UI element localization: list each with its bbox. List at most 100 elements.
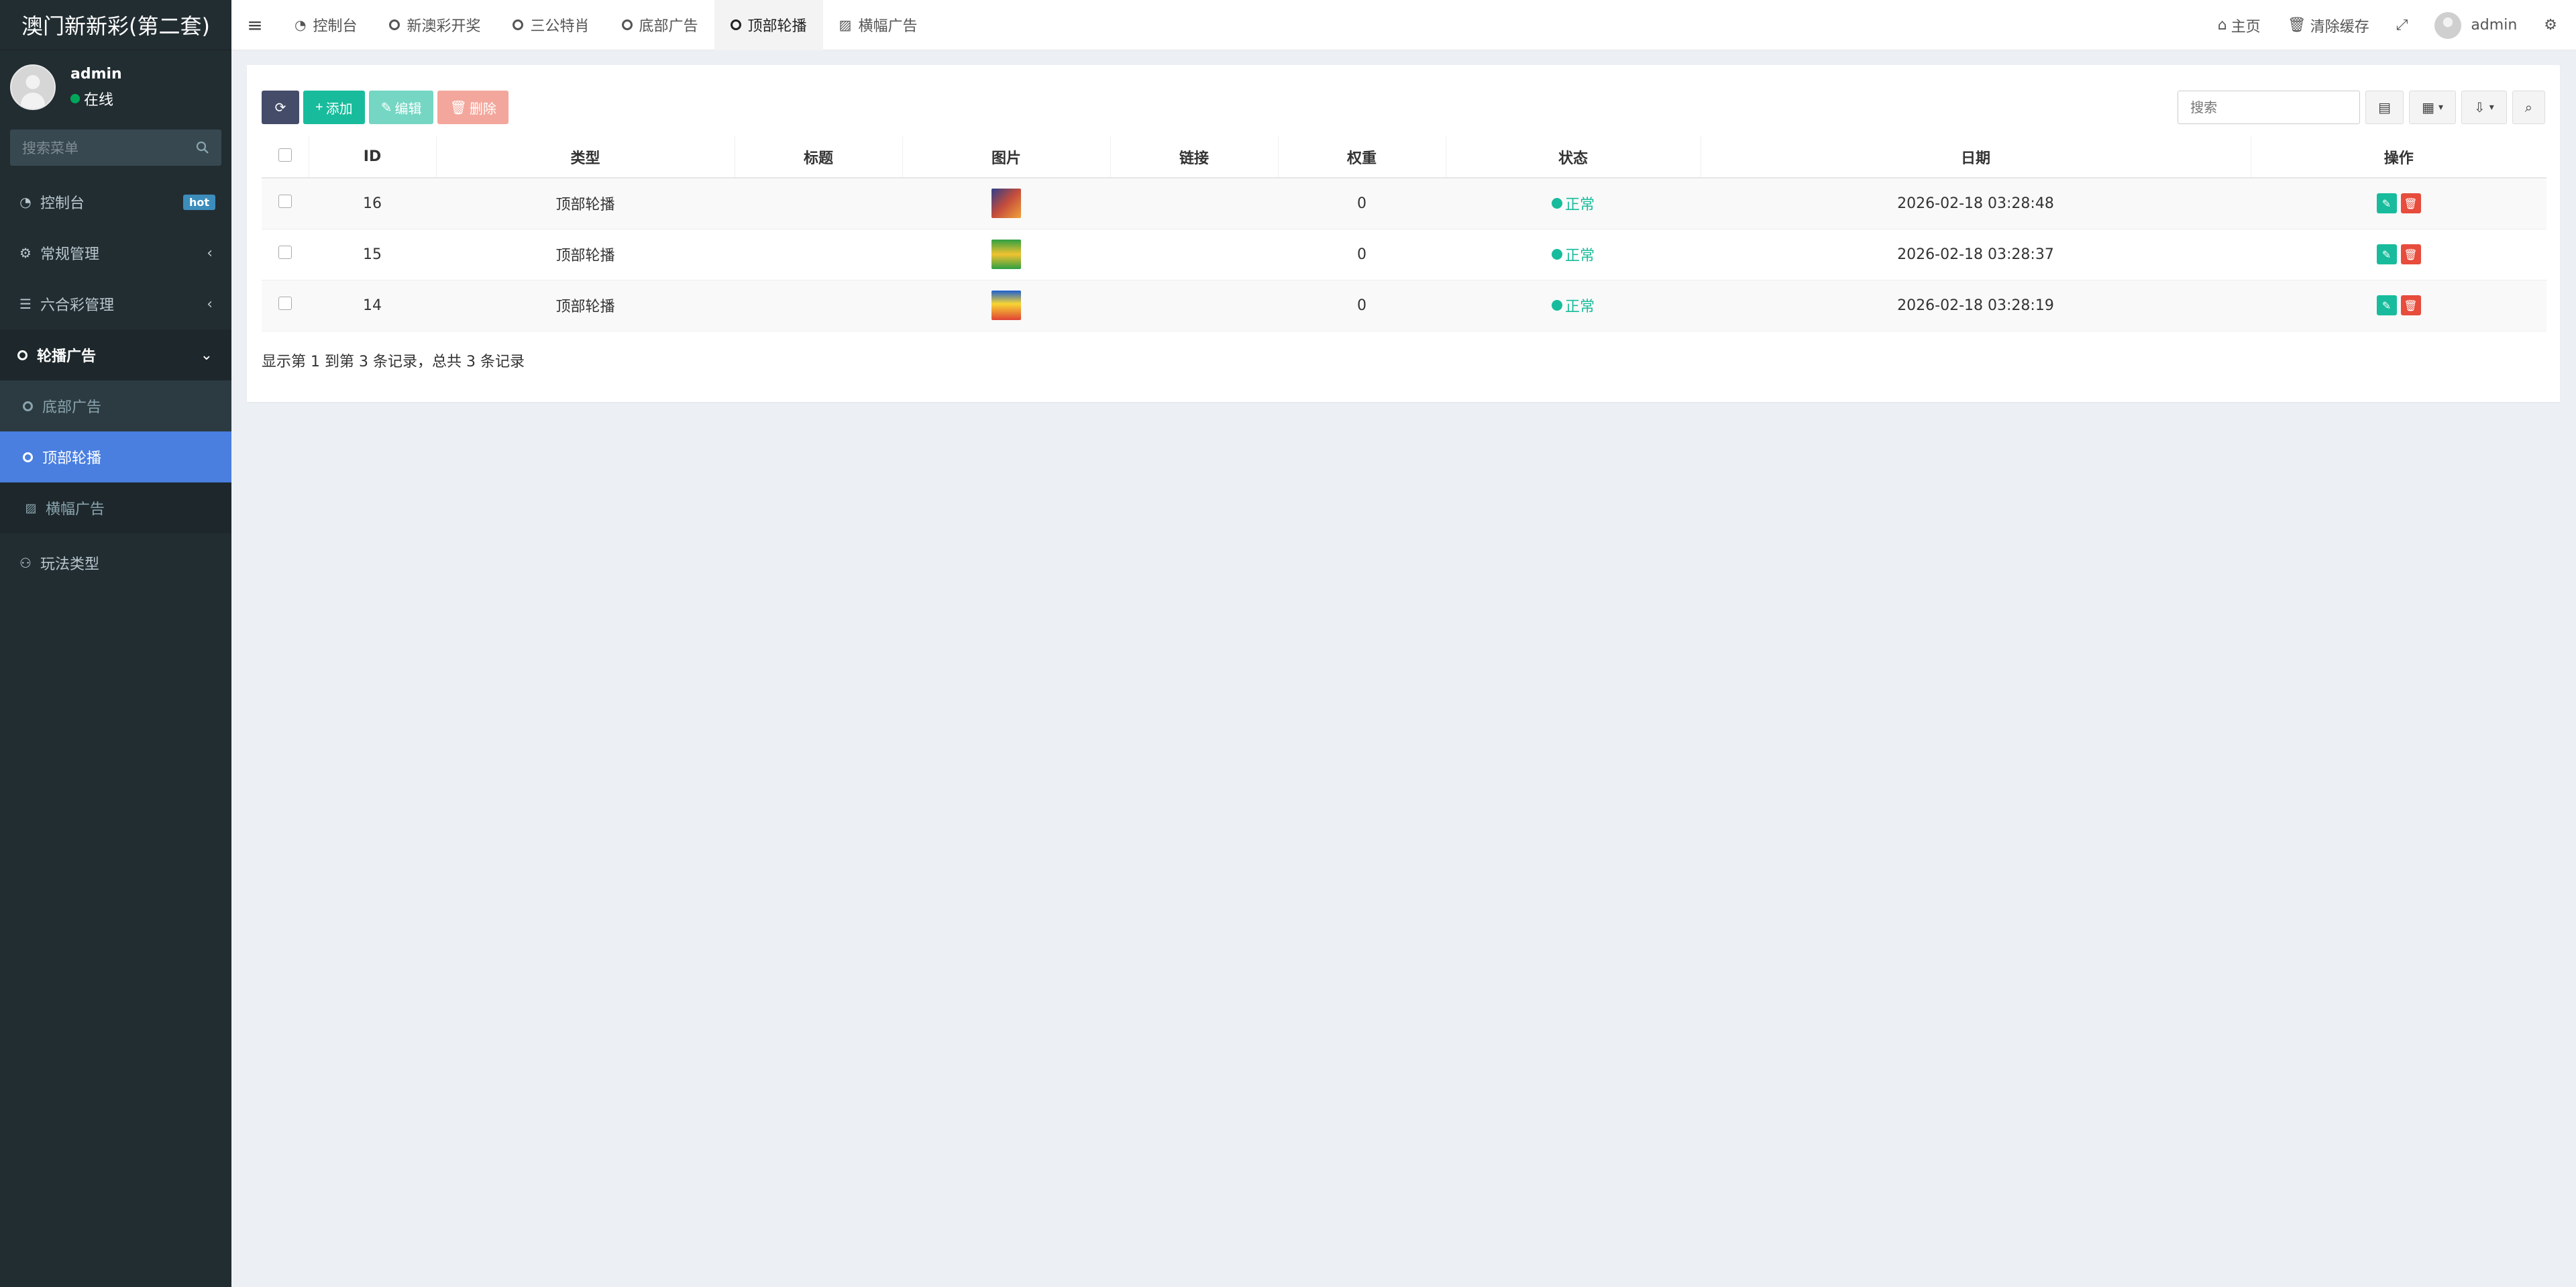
cell-date: 2026-02-18 03:28:19	[1701, 280, 2251, 331]
cell-link	[1110, 280, 1278, 331]
select-all-checkbox[interactable]	[278, 148, 292, 162]
row-checkbox[interactable]	[278, 246, 292, 259]
edit-button[interactable]: ✎ 编辑	[368, 91, 434, 124]
user-menu[interactable]: admin	[2421, 11, 2530, 39]
cell-image	[902, 229, 1110, 280]
status-label: 正常	[1564, 197, 1595, 214]
pagination-summary: 显示第 1 到第 3 条记录，总共 3 条记录	[262, 354, 525, 370]
tab-new-macau-draw[interactable]: 新澳彩开奖	[373, 0, 496, 50]
sidebar-item-label: 常规管理	[40, 246, 100, 263]
sidebar-item-dashboard[interactable]: ◔ 控制台 hot	[0, 176, 231, 227]
fullscreen-button[interactable]: ⤢	[2383, 17, 2422, 34]
column-header-status[interactable]: 状态	[1446, 136, 1701, 178]
online-dot-icon	[70, 93, 80, 103]
sidebar-item-label: 横幅广告	[46, 501, 105, 518]
menu-toggle-icon[interactable]: ≡	[231, 14, 278, 36]
user-status: 在线	[70, 88, 122, 109]
settings-button[interactable]: ⚙	[2530, 17, 2576, 34]
sidebar-item-top-carousel[interactable]: 顶部轮播	[0, 431, 231, 482]
circle-icon	[17, 350, 28, 360]
row-delete-button[interactable]: 🗑	[2400, 244, 2421, 264]
thumbnail-image[interactable]	[991, 291, 1021, 320]
sidebar-item-general[interactable]: ⚙ 常规管理 ‹	[0, 227, 231, 278]
content-panel: ⟳ + 添加 ✎ 编辑 🗑 删除 ▤ ▦ ▾ ⇩ ▾ ⌕	[247, 65, 2560, 402]
sidebar-item-label: 玩法类型	[40, 556, 100, 573]
row-checkbox[interactable]	[278, 195, 292, 209]
top-navbar: ≡ ◔ 控制台 新澳彩开奖 三公特肖 底部广告 顶部轮播 ▨ 横幅广告 ⌂ 主页…	[231, 0, 2576, 50]
export-icon: ⇩	[2474, 99, 2485, 115]
sidebar-item-label: 顶部轮播	[42, 450, 102, 467]
user-status-label: 在线	[84, 91, 114, 109]
sidebar-item-carousel[interactable]: 轮播广告 ⌄	[0, 329, 231, 380]
cell-id: 14	[309, 280, 436, 331]
cell-title	[735, 229, 902, 280]
sidebar-item-lottery[interactable]: ☰ 六合彩管理 ‹	[0, 278, 231, 329]
toggle-view-button[interactable]: ▤	[2365, 91, 2404, 124]
tab-label: 底部广告	[639, 18, 698, 35]
sidebar-item-banner-ad[interactable]: ▨ 横幅广告	[0, 482, 231, 533]
tab-label: 横幅广告	[858, 18, 918, 35]
row-checkbox[interactable]	[278, 297, 292, 310]
column-header-title[interactable]: 标题	[735, 136, 903, 178]
trash-icon: 🗑	[449, 100, 467, 115]
clear-cache-label: 清除缓存	[2310, 18, 2369, 36]
row-edit-button[interactable]: ✎	[2376, 244, 2397, 264]
add-button[interactable]: + 添加	[303, 91, 365, 124]
sidebar-item-bottom-ad[interactable]: 底部广告	[0, 380, 231, 431]
avatar	[10, 64, 56, 110]
sidebar-item-label: 控制台	[40, 195, 85, 212]
cell-status: 正常	[1446, 178, 1701, 229]
delete-button[interactable]: 🗑 删除	[437, 91, 508, 124]
top-right-actions: ⌂ 主页 🗑 清除缓存 ⤢ admin ⚙	[2204, 0, 2576, 50]
cell-actions: ✎ 🗑	[2251, 229, 2546, 280]
cogs-icon: ⚙	[2544, 17, 2557, 34]
row-edit-button[interactable]: ✎	[2376, 193, 2397, 214]
refresh-icon: ⟳	[274, 100, 286, 115]
cell-link	[1110, 229, 1278, 280]
table-row[interactable]: 14 顶部轮播 0 正常 2026-02-18 03:28:19 ✎ 🗑	[262, 280, 2546, 331]
cell-id: 16	[309, 178, 436, 229]
circle-icon	[23, 452, 33, 462]
tab-banner-ad[interactable]: ▨ 横幅广告	[823, 0, 934, 50]
export-button[interactable]: ⇩ ▾	[2461, 91, 2507, 124]
sidebar-menu: ◔ 控制台 hot ⚙ 常规管理 ‹ ☰ 六合彩管理 ‹ 轮播广告 ⌄ 底部广告	[0, 176, 231, 588]
sidebar-item-label: 六合彩管理	[40, 297, 115, 314]
status-badge: 正常	[1551, 295, 1595, 316]
refresh-button[interactable]: ⟳	[262, 91, 299, 124]
search-input[interactable]	[2178, 91, 2361, 124]
thumbnail-image[interactable]	[991, 240, 1021, 269]
cell-title	[735, 178, 902, 229]
row-edit-button[interactable]: ✎	[2376, 295, 2397, 315]
column-header-type[interactable]: 类型	[436, 136, 735, 178]
app-logo[interactable]: 澳门新新彩(第二套)	[0, 0, 231, 50]
status-dot-icon	[1551, 300, 1562, 311]
advanced-search-button[interactable]: ⌕	[2512, 91, 2545, 124]
tab-top-carousel[interactable]: 顶部轮播	[714, 0, 823, 50]
status-label: 正常	[1564, 248, 1595, 264]
column-header-weight[interactable]: 权重	[1278, 136, 1446, 178]
tab-sangong-texiao[interactable]: 三公特肖	[496, 0, 605, 50]
column-header-link[interactable]: 链接	[1110, 136, 1279, 178]
status-label: 正常	[1564, 299, 1595, 315]
table-row[interactable]: 16 顶部轮播 0 正常 2026-02-18 03:28:48 ✎ 🗑	[262, 178, 2546, 229]
tab-bottom-ad[interactable]: 底部广告	[606, 0, 714, 50]
sidebar-search-input[interactable]: 搜索菜单	[10, 130, 221, 166]
row-delete-button[interactable]: 🗑	[2400, 295, 2421, 315]
gamepad-icon: ⚇	[19, 555, 32, 571]
row-delete-button[interactable]: 🗑	[2400, 193, 2421, 214]
columns-button[interactable]: ▦ ▾	[2409, 91, 2456, 124]
cell-type: 顶部轮播	[436, 178, 735, 229]
home-icon: ⌂	[2217, 17, 2227, 34]
sidebar-item-play-types[interactable]: ⚇ 玩法类型	[0, 537, 231, 588]
cell-status: 正常	[1446, 280, 1701, 331]
table-row[interactable]: 15 顶部轮播 0 正常 2026-02-18 03:28:37 ✎ 🗑	[262, 229, 2546, 280]
clear-cache-button[interactable]: 🗑 清除缓存	[2274, 15, 2383, 36]
column-header-date[interactable]: 日期	[1701, 136, 2251, 178]
home-link[interactable]: ⌂ 主页	[2204, 15, 2274, 36]
column-header-image[interactable]: 图片	[902, 136, 1111, 178]
thumbnail-image[interactable]	[991, 189, 1021, 219]
search-icon[interactable]	[196, 141, 209, 154]
column-header-id[interactable]: ID	[309, 136, 437, 178]
app-title: 澳门新新彩(第二套)	[21, 13, 210, 39]
tab-dashboard[interactable]: ◔ 控制台	[278, 0, 373, 50]
